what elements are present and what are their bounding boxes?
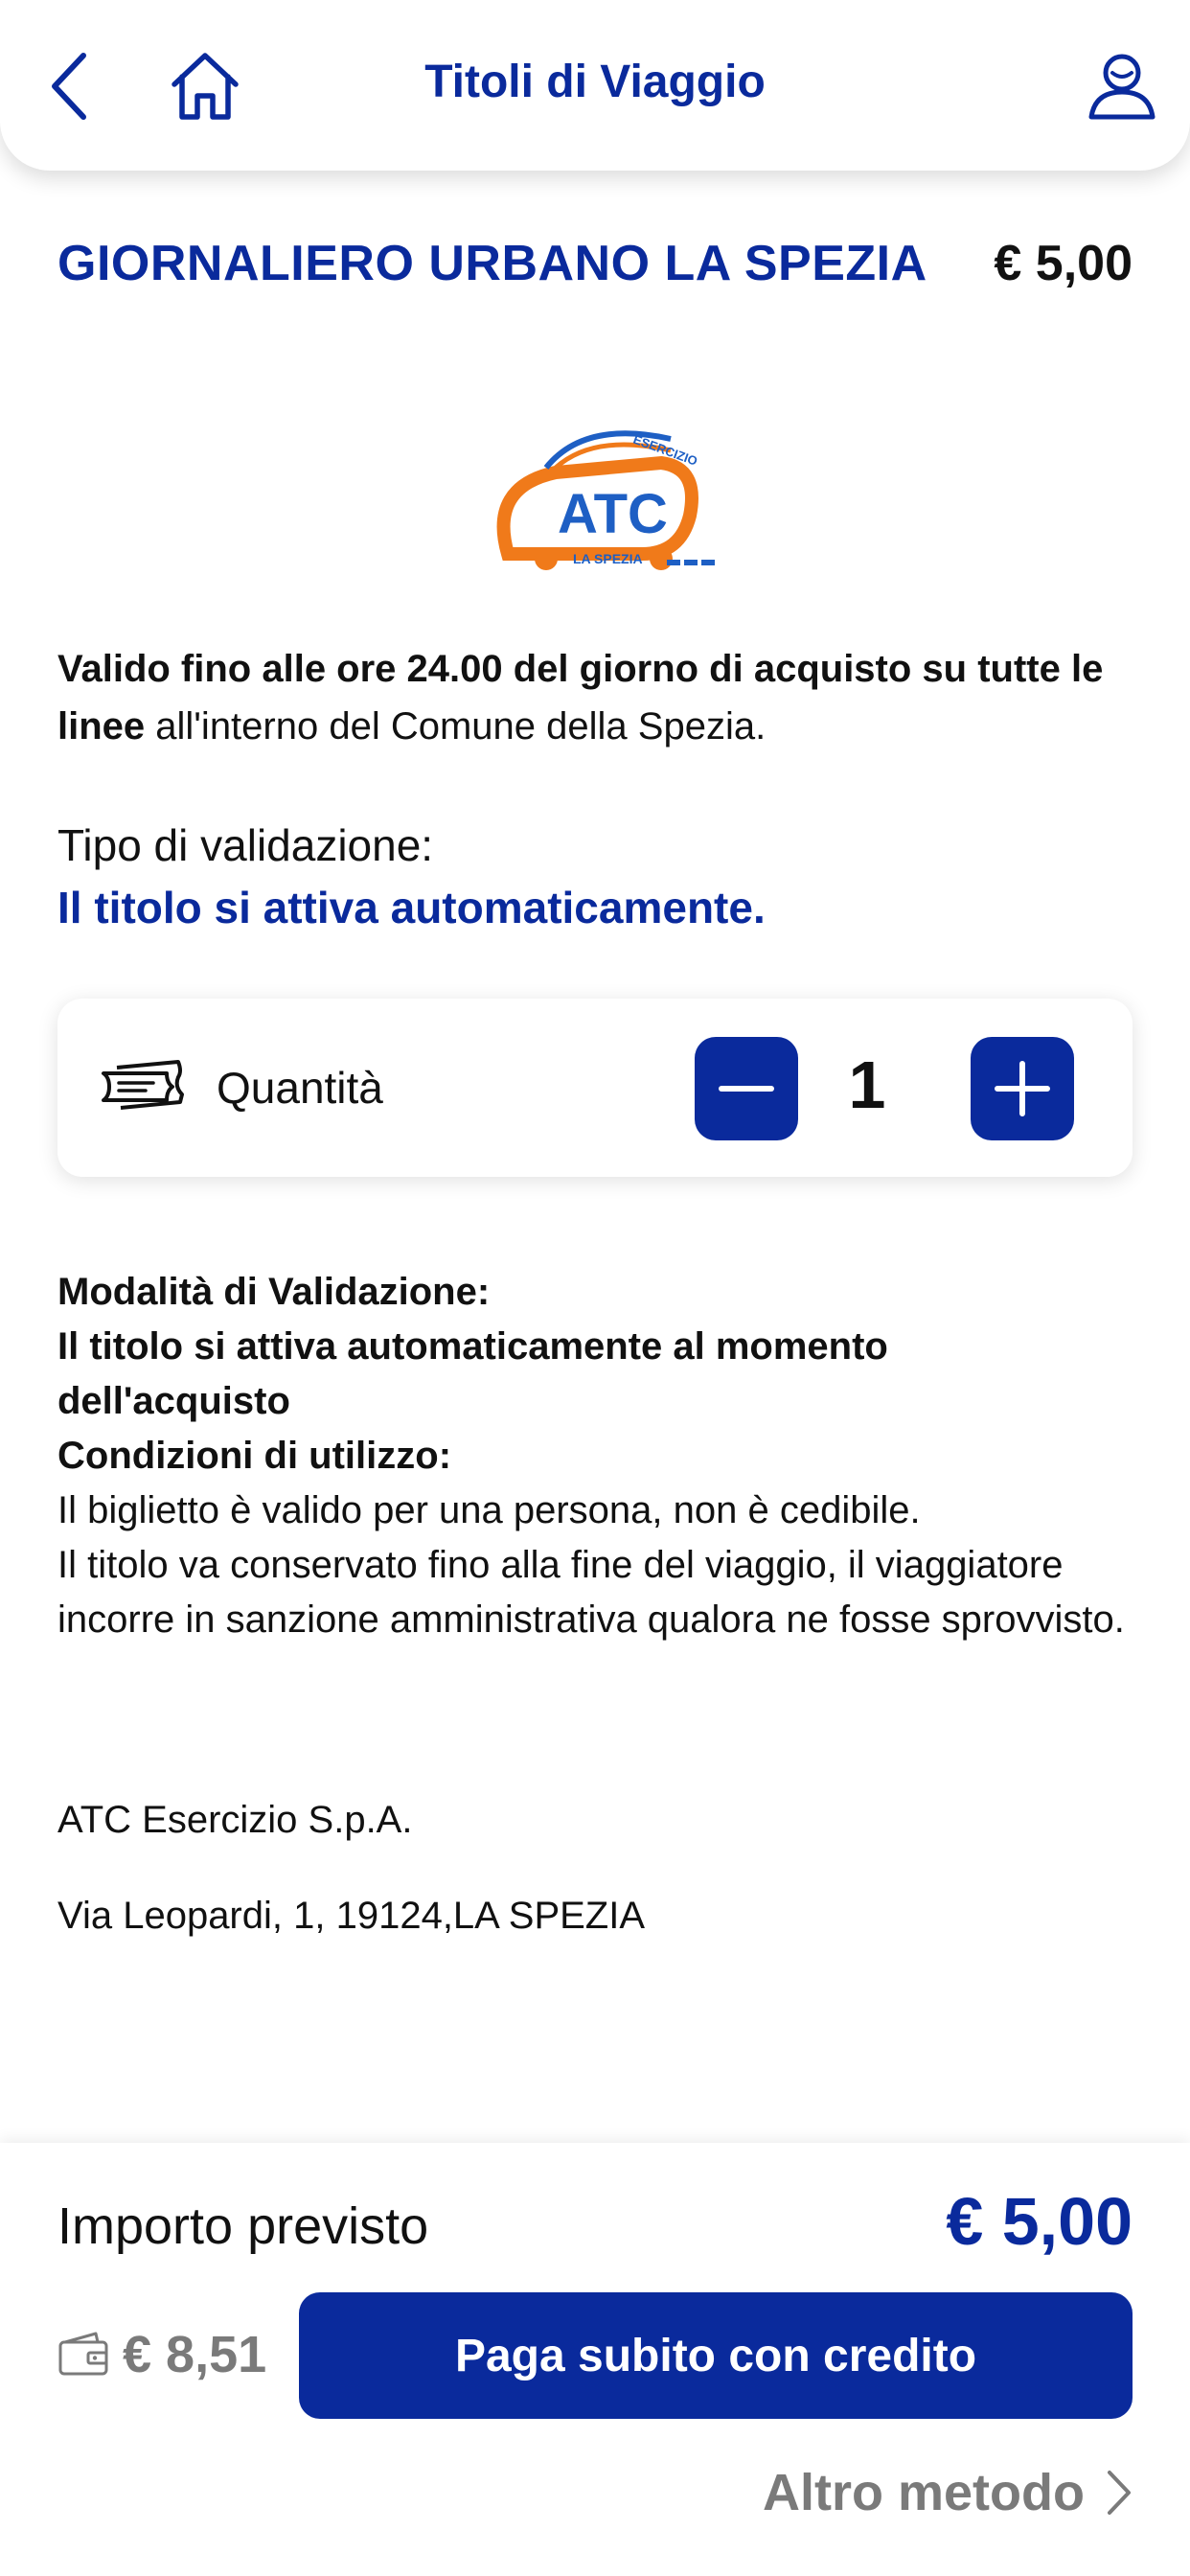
other-payment-method-link[interactable]: Altro metodo xyxy=(763,2463,1133,2522)
atc-logo: ESERCIZIO ATC LA SPEZIA xyxy=(479,410,719,592)
home-icon xyxy=(172,53,239,120)
profile-button[interactable] xyxy=(1081,46,1163,126)
ticket-rules: Modalità di Validazione: Il titolo si at… xyxy=(57,1265,1131,1647)
chevron-right-icon xyxy=(1108,2471,1131,2515)
chevron-left-icon xyxy=(52,53,86,120)
usage-condition-2: Il titolo va conservato fino alla fine d… xyxy=(57,1544,1125,1641)
wallet-balance: € 8,51 xyxy=(123,2326,267,2383)
usage-condition-1: Il biglietto è valido per una persona, n… xyxy=(57,1489,921,1531)
ticket-description-rest: all'interno del Comune della Spezia. xyxy=(145,705,767,748)
user-icon xyxy=(1088,54,1156,120)
ticket-icon xyxy=(102,1060,184,1110)
company-name: ATC Esercizio S.p.A. xyxy=(57,1799,413,1841)
plus-icon xyxy=(995,1061,1050,1116)
ticket-description: Valido fino alle ore 24.00 del giorno di… xyxy=(57,640,1131,755)
quantity-card: Quantità 1 xyxy=(57,999,1133,1177)
page-title: Titoli di Viaggio xyxy=(424,57,766,107)
pay-with-credit-button[interactable]: Paga subito con credito xyxy=(299,2292,1133,2419)
minus-icon xyxy=(719,1086,774,1092)
validation-mode-heading: Modalità di Validazione: xyxy=(57,1271,491,1313)
quantity-increase-button[interactable] xyxy=(971,1037,1074,1140)
quantity-label: Quantità xyxy=(217,1063,383,1113)
product-price: € 5,00 xyxy=(994,236,1133,291)
amount-value: € 5,00 xyxy=(946,2184,1133,2259)
wallet-icon xyxy=(58,2332,108,2376)
logo-bottom-text: LA SPEZIA xyxy=(573,551,643,566)
back-button[interactable] xyxy=(40,48,98,125)
validation-type-value: Il titolo si attiva automaticamente. xyxy=(57,883,766,932)
validation-type-label: Tipo di validazione: xyxy=(57,820,434,870)
other-payment-method-label: Altro metodo xyxy=(763,2464,1085,2521)
amount-label: Importo previsto xyxy=(57,2197,429,2255)
quantity-value: 1 xyxy=(848,1047,886,1122)
logo-main-text: ATC xyxy=(558,483,668,545)
home-button[interactable] xyxy=(165,48,245,125)
checkout-footer: Importo previsto € 5,00 € 8,51 Paga subi… xyxy=(0,2143,1190,2576)
product-title: GIORNALIERO URBANO LA SPEZIA xyxy=(57,236,927,291)
company-address: Via Leopardi, 1, 19124,LA SPEZIA xyxy=(57,1895,646,1937)
quantity-decrease-button[interactable] xyxy=(695,1037,798,1140)
top-bar: Titoli di Viaggio xyxy=(0,0,1190,171)
usage-conditions-heading: Condizioni di utilizzo: xyxy=(57,1435,452,1477)
validation-mode-text: Il titolo si attiva automaticamente al m… xyxy=(57,1325,888,1422)
